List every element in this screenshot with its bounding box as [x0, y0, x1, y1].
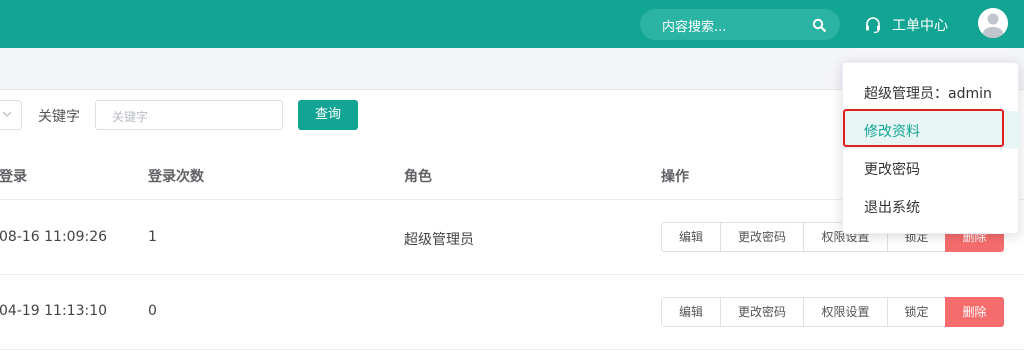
- last-login-cell: 08-16 11:09:26: [0, 229, 108, 245]
- search-box[interactable]: 内容搜索...: [640, 9, 840, 40]
- search-icon[interactable]: [812, 18, 826, 32]
- keyword-input[interactable]: 关键字: [95, 100, 283, 130]
- headset-icon: [866, 17, 880, 34]
- query-button[interactable]: 查询: [298, 100, 358, 130]
- search-input[interactable]: 内容搜索...: [662, 16, 726, 35]
- menu-item-label[interactable]: 退出系统: [864, 197, 920, 217]
- menu-item-label[interactable]: 更改密码: [864, 159, 920, 179]
- avatar-icon: [982, 13, 1004, 38]
- permissions-button[interactable]: 权限设置: [803, 297, 888, 327]
- change-password-button[interactable]: 更改密码: [720, 222, 804, 252]
- top-bar: 内容搜索... 工单中心: [0, 0, 1024, 48]
- avatar[interactable]: [978, 8, 1008, 38]
- divider: [0, 349, 1024, 350]
- work-order-link[interactable]: 工单中心: [864, 14, 948, 36]
- row-actions: 编辑 更改密码 权限设置 锁定 删除: [661, 297, 1004, 327]
- work-order-label[interactable]: 工单中心: [892, 15, 948, 35]
- lock-button[interactable]: 锁定: [887, 297, 946, 327]
- edit-button[interactable]: 编辑: [661, 297, 721, 327]
- last-login-cell: 04-19 11:13:10: [0, 303, 108, 319]
- column-header-last-login: 登录: [0, 169, 27, 185]
- keyword-placeholder: 关键字: [112, 110, 149, 124]
- menu-user-title-label: 超级管理员：admin: [864, 86, 992, 102]
- login-count-cell: 0: [148, 303, 157, 319]
- menu-user-title: 超级管理员：admin: [843, 73, 1020, 111]
- column-header-login-count: 登录次数: [148, 169, 204, 185]
- column-header-role: 角色: [404, 169, 432, 185]
- change-password-button[interactable]: 更改密码: [720, 297, 804, 327]
- login-count-cell: 1: [148, 229, 157, 245]
- user-dropdown-menu: 超级管理员：admin 修改资料 更改密码 退出系统: [842, 62, 1020, 234]
- filter-select[interactable]: [0, 100, 22, 130]
- edit-button[interactable]: 编辑: [661, 222, 721, 252]
- keyword-label: 关键字: [38, 109, 80, 125]
- highlight-box: [843, 109, 1004, 147]
- divider: [0, 274, 1024, 275]
- menu-item-logout[interactable]: 退出系统: [843, 187, 1020, 225]
- column-header-actions: 操作: [661, 169, 689, 185]
- menu-item-change-password[interactable]: 更改密码: [843, 149, 1020, 187]
- role-cell: 超级管理员: [404, 232, 474, 248]
- delete-button[interactable]: 删除: [945, 297, 1004, 327]
- chevron-down-icon: [2, 111, 12, 117]
